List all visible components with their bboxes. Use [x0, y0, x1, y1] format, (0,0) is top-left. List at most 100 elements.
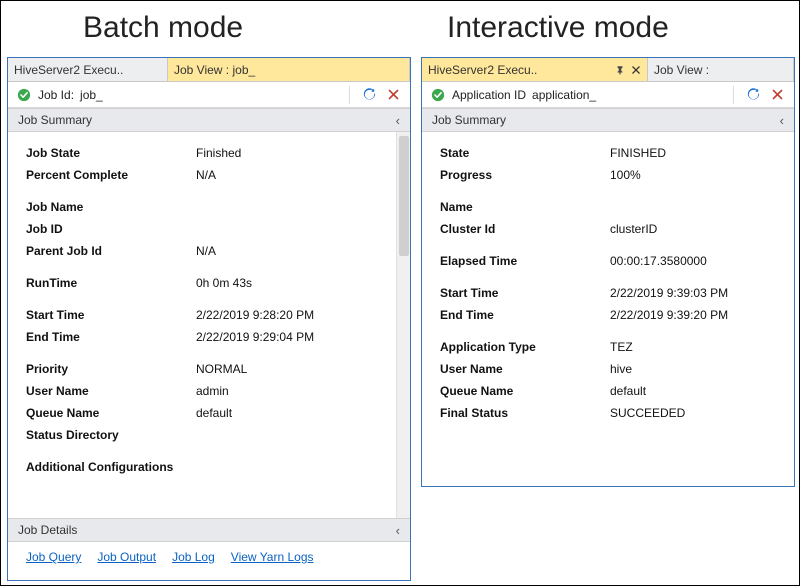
refresh-icon[interactable]: [744, 86, 762, 104]
check-icon: [16, 87, 32, 103]
summary-value: hive: [610, 362, 786, 376]
check-icon: [430, 87, 446, 103]
summary-value: 2/22/2019 9:39:20 PM: [610, 308, 786, 322]
summary-value: default: [196, 406, 388, 420]
link-job-query[interactable]: Job Query: [26, 550, 81, 564]
summary-row: End Time2/22/2019 9:29:04 PM: [26, 326, 388, 348]
summary-key: End Time: [26, 330, 196, 344]
interactive-toolbar: Application ID application_: [422, 82, 794, 108]
link-view-yarn-logs[interactable]: View Yarn Logs: [231, 550, 314, 564]
summary-key: Name: [440, 200, 610, 214]
summary-value: 2/22/2019 9:39:03 PM: [610, 286, 786, 300]
summary-value: TEZ: [610, 340, 786, 354]
summary-key: Priority: [26, 362, 196, 376]
summary-key: State: [440, 146, 610, 160]
summary-row: Elapsed Time00:00:17.3580000: [440, 250, 786, 272]
scrollbar-thumb[interactable]: [399, 136, 409, 256]
summary-row: Job StateFinished: [26, 142, 388, 164]
summary-key: Final Status: [440, 406, 610, 420]
link-job-log[interactable]: Job Log: [172, 550, 215, 564]
summary-key: Start Time: [440, 286, 610, 300]
summary-row: User Namehive: [440, 358, 786, 380]
summary-key: Cluster Id: [440, 222, 610, 236]
summary-row: Name: [440, 196, 786, 218]
summary-row: Queue Namedefault: [440, 380, 786, 402]
summary-row: Application TypeTEZ: [440, 336, 786, 358]
interactive-panel: HiveServer2 Execu.. Job View : Applicati…: [421, 57, 795, 487]
summary-value: clusterID: [610, 222, 786, 236]
tab-label: Job View : job_: [174, 63, 255, 77]
section-label: Job Summary: [432, 113, 506, 127]
summary-key: Job State: [26, 146, 196, 160]
job-details-header[interactable]: Job Details ‹: [8, 518, 410, 542]
summary-row: StateFINISHED: [440, 142, 786, 164]
summary-key: User Name: [440, 362, 610, 376]
summary-value: default: [610, 384, 786, 398]
batch-mode-title: Batch mode: [83, 11, 243, 45]
summary-row: Start Time2/22/2019 9:28:20 PM: [26, 304, 388, 326]
summary-row: Job Name: [26, 196, 388, 218]
tab-label: HiveServer2 Execu..: [428, 63, 609, 77]
tab-job-view[interactable]: Job View :: [648, 58, 794, 81]
tab-close-icon[interactable]: [631, 65, 641, 75]
section-label: Job Details: [18, 523, 77, 537]
interactive-mode-title: Interactive mode: [447, 11, 669, 45]
summary-row: Parent Job IdN/A: [26, 240, 388, 262]
summary-row: PriorityNORMAL: [26, 358, 388, 380]
chevron-left-icon: ‹: [780, 113, 784, 128]
scrollbar[interactable]: [396, 132, 410, 518]
job-id-value: job_: [80, 88, 103, 102]
section-label: Job Summary: [18, 113, 92, 127]
refresh-icon[interactable]: [360, 86, 378, 104]
summary-value: Finished: [196, 146, 388, 160]
summary-row: Queue Namedefault: [26, 402, 388, 424]
tab-label: HiveServer2 Execu..: [14, 63, 123, 77]
link-job-output[interactable]: Job Output: [97, 550, 156, 564]
job-summary-header[interactable]: Job Summary ‹: [422, 108, 794, 132]
tab-job-view[interactable]: Job View : job_: [168, 58, 410, 81]
summary-key: RunTime: [26, 276, 196, 290]
close-icon[interactable]: [768, 86, 786, 104]
summary-key: Progress: [440, 168, 610, 182]
job-details-links: Job Query Job Output Job Log View Yarn L…: [8, 542, 410, 568]
tab-hiveserver2[interactable]: HiveServer2 Execu..: [422, 58, 648, 81]
summary-key: User Name: [26, 384, 196, 398]
chevron-left-icon: ‹: [396, 523, 400, 538]
tab-label: Job View :: [654, 63, 709, 77]
summary-value: N/A: [196, 244, 388, 258]
summary-value: FINISHED: [610, 146, 786, 160]
tab-hiveserver2[interactable]: HiveServer2 Execu..: [8, 58, 168, 81]
summary-key: Status Directory: [26, 428, 196, 442]
summary-value: 2/22/2019 9:29:04 PM: [196, 330, 388, 344]
summary-value: SUCCEEDED: [610, 406, 786, 420]
job-id-label: Job Id:: [38, 88, 74, 102]
summary-key: Additional Configurations: [26, 460, 196, 474]
batch-summary-content: Job StateFinishedPercent CompleteN/AJob …: [8, 132, 410, 518]
app-id-label: Application ID: [452, 88, 526, 102]
summary-value: 2/22/2019 9:28:20 PM: [196, 308, 388, 322]
batch-panel: HiveServer2 Execu.. Job View : job_ Job …: [7, 57, 411, 581]
interactive-summary-content: StateFINISHEDProgress100%NameCluster Idc…: [422, 132, 794, 482]
summary-key: Application Type: [440, 340, 610, 354]
summary-key: Job ID: [26, 222, 196, 236]
summary-value: admin: [196, 384, 388, 398]
summary-key: Job Name: [26, 200, 196, 214]
app-id-value: application_: [532, 88, 596, 102]
summary-row: Additional Configurations: [26, 456, 388, 478]
summary-key: Parent Job Id: [26, 244, 196, 258]
summary-row: Job ID: [26, 218, 388, 240]
summary-row: Cluster IdclusterID: [440, 218, 786, 240]
job-summary-header[interactable]: Job Summary ‹: [8, 108, 410, 132]
summary-key: Percent Complete: [26, 168, 196, 182]
summary-key: End Time: [440, 308, 610, 322]
summary-value: 0h 0m 43s: [196, 276, 388, 290]
batch-tabbar: HiveServer2 Execu.. Job View : job_: [8, 58, 410, 82]
summary-value: NORMAL: [196, 362, 388, 376]
interactive-tabbar: HiveServer2 Execu.. Job View :: [422, 58, 794, 82]
separator: [733, 86, 734, 104]
summary-row: Percent CompleteN/A: [26, 164, 388, 186]
summary-value: 00:00:17.3580000: [610, 254, 786, 268]
pin-icon[interactable]: [615, 65, 625, 75]
batch-toolbar: Job Id: job_: [8, 82, 410, 108]
close-icon[interactable]: [384, 86, 402, 104]
